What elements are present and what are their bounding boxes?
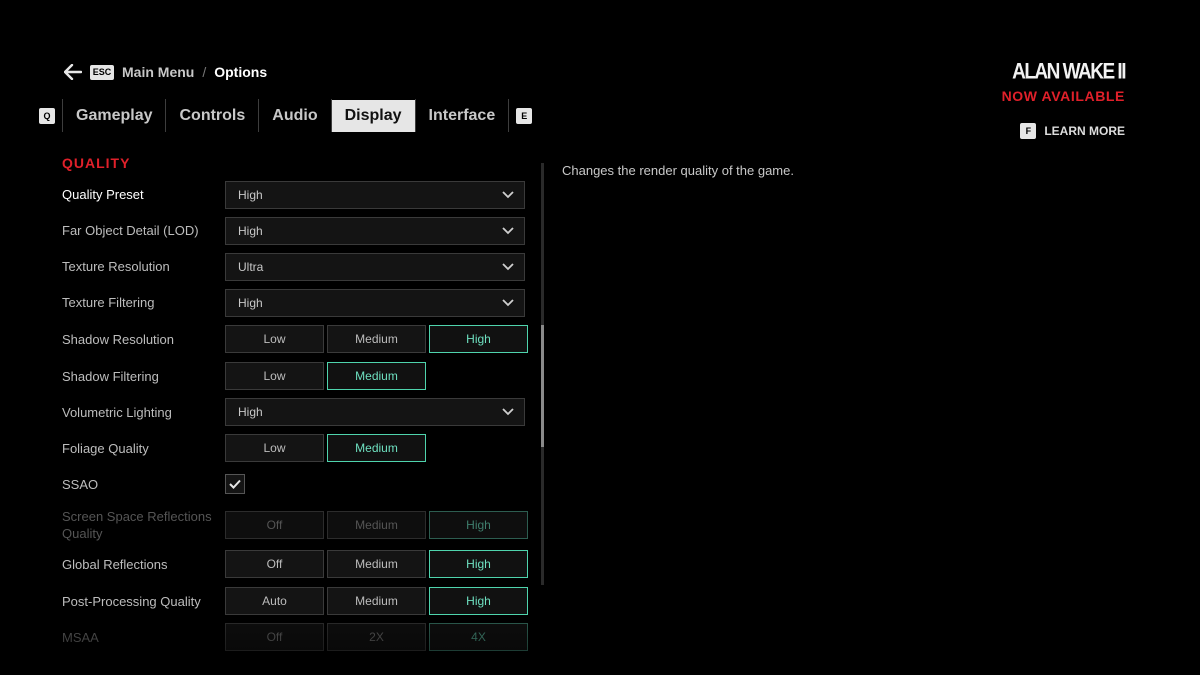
dropdown-value: High xyxy=(238,224,263,238)
setting-label: SSAO xyxy=(62,477,99,492)
tab-gameplay[interactable]: Gameplay xyxy=(63,100,165,132)
volumetric-lighting-dropdown[interactable]: High xyxy=(225,398,525,426)
setting-label: Quality Preset xyxy=(62,187,144,202)
option-off: Off xyxy=(225,511,324,539)
tab-audio[interactable]: Audio xyxy=(259,100,330,132)
learn-more-key-hint: F xyxy=(1020,123,1037,139)
option-auto[interactable]: Auto xyxy=(225,587,324,615)
option-medium[interactable]: Medium xyxy=(327,325,426,353)
option-medium[interactable]: Medium xyxy=(327,362,426,390)
texture-filtering-dropdown[interactable]: High xyxy=(225,289,525,317)
settings-scrollbar[interactable] xyxy=(541,163,544,585)
foliage-quality-options: Low Medium xyxy=(225,434,426,462)
tab-controls[interactable]: Controls xyxy=(166,100,258,132)
chevron-down-icon xyxy=(502,227,514,235)
learn-more-label: LEARN MORE xyxy=(1044,124,1125,138)
setting-label: Shadow Resolution xyxy=(62,332,175,347)
option-high: High xyxy=(429,511,528,539)
setting-label: Foliage Quality xyxy=(62,441,149,456)
breadcrumb-current: Options xyxy=(214,64,268,80)
setting-label: Far Object Detail (LOD) xyxy=(62,223,199,238)
quality-preset-dropdown[interactable]: High xyxy=(225,181,525,209)
setting-label: Global Reflections xyxy=(62,557,168,572)
shadow-filtering-options: Low Medium xyxy=(225,362,426,390)
dropdown-value: Ultra xyxy=(238,260,264,274)
setting-label: Post-Processing Quality xyxy=(62,594,201,609)
setting-label: MSAA xyxy=(62,630,99,645)
chevron-down-icon xyxy=(502,408,514,416)
dropdown-value: High xyxy=(238,296,263,310)
option-low[interactable]: Low xyxy=(225,362,324,390)
msaa-options: Off 2X 4X xyxy=(225,623,528,651)
global-reflections-options: Off Medium High xyxy=(225,550,528,578)
chevron-down-icon xyxy=(502,191,514,199)
option-4x: 4X xyxy=(429,623,528,651)
back-arrow-icon[interactable] xyxy=(64,64,82,80)
option-low[interactable]: Low xyxy=(225,325,324,353)
availability-text: NOW AVAILABLE xyxy=(1001,88,1125,104)
game-logo: ALAN WAKE II xyxy=(1012,60,1126,85)
option-off: Off xyxy=(225,623,324,651)
option-off[interactable]: Off xyxy=(225,550,324,578)
dropdown-value: High xyxy=(238,188,263,202)
scrollbar-thumb[interactable] xyxy=(541,325,544,447)
section-title-quality: QUALITY xyxy=(62,155,131,171)
option-2x: 2X xyxy=(327,623,426,651)
option-low[interactable]: Low xyxy=(225,434,324,462)
option-high[interactable]: High xyxy=(429,587,528,615)
setting-description: Changes the render quality of the game. xyxy=(562,163,794,178)
promo-block: ALAN WAKE II NOW AVAILABLE xyxy=(1001,60,1127,104)
next-tab-key-hint[interactable]: E xyxy=(516,107,533,124)
ssr-quality-options: Off Medium High xyxy=(225,511,528,539)
far-object-detail-dropdown[interactable]: High xyxy=(225,217,525,245)
chevron-down-icon xyxy=(502,299,514,307)
esc-key-hint[interactable]: ESC xyxy=(90,64,114,80)
ssao-checkbox[interactable] xyxy=(225,474,245,494)
tab-interface[interactable]: Interface xyxy=(416,100,509,132)
breadcrumb-separator: / xyxy=(202,64,207,80)
option-high[interactable]: High xyxy=(429,550,528,578)
setting-label: Texture Filtering xyxy=(62,295,155,310)
setting-label: Texture Resolution xyxy=(62,259,170,274)
option-medium[interactable]: Medium xyxy=(327,587,426,615)
option-high[interactable]: High xyxy=(429,325,528,353)
checkmark-icon xyxy=(229,479,241,489)
setting-label: Shadow Filtering xyxy=(62,369,159,384)
texture-resolution-dropdown[interactable]: Ultra xyxy=(225,253,525,281)
dropdown-value: High xyxy=(238,405,263,419)
option-medium[interactable]: Medium xyxy=(327,434,426,462)
tab-display[interactable]: Display xyxy=(331,99,415,132)
option-medium[interactable]: Medium xyxy=(327,550,426,578)
chevron-down-icon xyxy=(502,263,514,271)
setting-label: Screen Space Reflections Quality xyxy=(62,509,212,541)
breadcrumb-main-menu[interactable]: Main Menu xyxy=(122,64,194,80)
prev-tab-key-hint[interactable]: Q xyxy=(39,107,55,124)
learn-more-button[interactable]: F LEARN MORE xyxy=(1020,123,1125,139)
option-medium: Medium xyxy=(327,511,426,539)
tab-bar: Q Gameplay Controls Audio Display Interf… xyxy=(39,99,533,132)
post-processing-options: Auto Medium High xyxy=(225,587,528,615)
setting-label: Volumetric Lighting xyxy=(62,405,172,420)
breadcrumb: ESC Main Menu / Options xyxy=(64,62,267,82)
shadow-resolution-options: Low Medium High xyxy=(225,325,528,353)
